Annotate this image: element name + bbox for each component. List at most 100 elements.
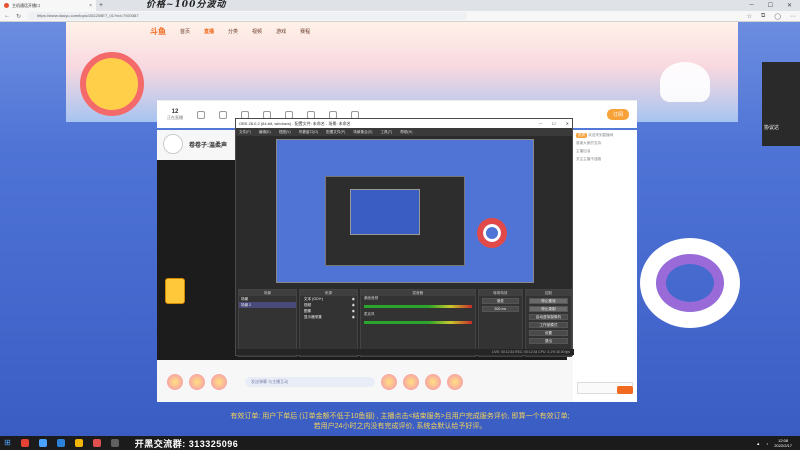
site-favicon-icon — [4, 3, 9, 8]
nav-video[interactable]: 视频 — [252, 28, 262, 35]
obs-titlebar: OBS 28.0.2 (64-bit, windows) - 配置文件: 未命名… — [236, 119, 572, 128]
live-count-label: 正在直播 — [167, 114, 183, 120]
app-icon[interactable] — [38, 439, 47, 447]
extensions-icon[interactable]: ⧉ — [761, 13, 765, 20]
notice-line: 若用户24小时之内没有完成评价, 系统会默认给予好评。 — [313, 423, 487, 430]
stop-streaming-button[interactable]: 停止推流 — [528, 298, 569, 304]
streamer-name: 卷卷子:温柔声 — [189, 142, 227, 149]
duration-input[interactable]: 300 ms — [481, 306, 519, 312]
new-tab-button[interactable]: + — [96, 2, 106, 9]
clock-date: 2022/2/17 — [774, 443, 792, 448]
menu-profile[interactable]: 配置文件(P) — [326, 130, 345, 135]
nav-live[interactable]: 直播 — [204, 28, 214, 35]
menu-tools[interactable]: 工具(T) — [380, 130, 392, 135]
tab-title: 主机通话开播口 — [12, 2, 40, 8]
chat-text: 感谢大家的支持 — [576, 141, 602, 145]
scene-item[interactable]: 场景 2 — [239, 302, 296, 308]
nav-category[interactable]: 分类 — [228, 28, 238, 35]
browser-tab[interactable]: 主机通话开播口 × — [0, 0, 96, 11]
settings-button[interactable]: 设置 — [528, 330, 569, 336]
obs-window: OBS 28.0.2 (64-bit, windows) - 配置文件: 未命名… — [235, 118, 574, 357]
volume-icon[interactable]: ♪ — [766, 441, 768, 446]
minimize-icon[interactable]: ─ — [539, 121, 542, 126]
minimize-icon[interactable]: ─ — [749, 2, 753, 9]
site-nav: 斗鱼 首页 直播 分类 视频 游戏 赛程 — [150, 26, 310, 37]
nested-preview — [325, 176, 465, 266]
app-icon[interactable] — [20, 439, 29, 447]
gift-icon[interactable] — [189, 374, 205, 390]
windows-start-icon[interactable]: ⊞ — [4, 439, 11, 447]
swim-ring-decoration — [80, 52, 144, 116]
virtual-camera-button[interactable]: 启动虚拟摄像机 — [528, 314, 569, 320]
close-icon[interactable]: ✕ — [566, 121, 569, 126]
eye-icon[interactable]: ◉ — [352, 314, 355, 320]
refresh-icon[interactable]: ↻ — [16, 13, 21, 20]
qq-group-text: 开黑交流群: 313325096 — [134, 438, 239, 449]
menu-edit[interactable]: 编辑(E) — [259, 130, 271, 135]
avatar[interactable] — [163, 134, 183, 154]
gift-icon[interactable] — [381, 374, 397, 390]
chat-line: 关注主播不迷路 — [576, 157, 634, 162]
app-icon[interactable] — [92, 439, 101, 447]
stop-recording-button[interactable]: 停止录制 — [528, 306, 569, 312]
gift-icon[interactable] — [211, 374, 227, 390]
menu-view[interactable]: 视图(V) — [279, 130, 291, 135]
network-icon[interactable]: ▲ — [756, 441, 760, 446]
controls-dock-title: 控制 — [525, 290, 572, 296]
clock[interactable]: 12:08 2022/2/17 — [774, 438, 792, 448]
gift-box-icon[interactable] — [165, 278, 185, 304]
profile-icon[interactable]: ◯ — [774, 13, 781, 20]
site-logo[interactable]: 斗鱼 — [150, 26, 166, 37]
overlay-caption: 价格~100分波动 — [146, 0, 227, 10]
address-bar-row: ← ↻ https://www.douyu.com/topic/202205ET… — [0, 11, 800, 22]
favorite-icon[interactable]: ☆ — [747, 13, 752, 20]
nav-game[interactable]: 游戏 — [276, 28, 286, 35]
nested-preview-inner — [350, 189, 420, 235]
toolbar-icon-1[interactable] — [197, 110, 205, 119]
danmu-placeholder[interactable]: 发送弹幕 与主播互动 — [245, 377, 375, 387]
right-thumbnail[interactable] — [762, 62, 800, 146]
maximize-icon[interactable]: ☐ — [552, 121, 556, 126]
source-item[interactable]: 显示器采集 ◉ — [300, 314, 357, 320]
transition-select[interactable]: 渐变 — [481, 298, 519, 304]
browser-icon[interactable] — [56, 439, 65, 447]
chat-line: 贵宾 欢迎来到直播间 — [576, 133, 634, 138]
toolbar-icon-2[interactable] — [219, 110, 227, 119]
back-icon[interactable]: ← — [4, 13, 10, 19]
chat-tag: 贵宾 — [576, 133, 588, 138]
exit-button[interactable]: 退出 — [528, 338, 569, 344]
nav-home[interactable]: 首页 — [180, 28, 190, 35]
mixer-track-label: 麦克风 — [363, 312, 375, 316]
menu-help[interactable]: 帮助(H) — [400, 130, 412, 135]
send-button[interactable] — [617, 386, 633, 394]
folder-icon[interactable] — [74, 439, 83, 447]
chat-line: 感谢大家的支持 — [576, 141, 634, 146]
volume-meter[interactable] — [363, 305, 472, 308]
gift-icon[interactable] — [425, 374, 441, 390]
more-icon[interactable]: ⋯ — [790, 13, 796, 20]
gift-icon[interactable] — [403, 374, 419, 390]
gift-icon[interactable] — [447, 374, 463, 390]
transitions-dock-title: 转场特效 — [478, 290, 522, 296]
url-input[interactable]: https://www.douyu.com/topic/202205ET_01?… — [27, 12, 468, 20]
obs-title: OBS 28.0.2 (64-bit, windows) - 配置文件: 未命名… — [239, 120, 351, 126]
obs-icon[interactable] — [110, 439, 119, 447]
scenes-dock: 场景 场景 场景 2 — [238, 289, 297, 357]
gift-icon[interactable] — [167, 374, 183, 390]
streamer-header: 卷卷子:温柔声 — [163, 134, 227, 154]
menu-file[interactable]: 文件(F) — [239, 130, 251, 135]
nav-schedule[interactable]: 赛程 — [300, 28, 310, 35]
screen: 主机通话开播口 × + ─ ☐ ✕ 价格~100分波动 ← ↻ https://… — [0, 0, 800, 450]
browser-tabbar: 主机通话开播口 × + ─ ☐ ✕ — [0, 0, 800, 11]
gift-bar: 发送弹幕 与主播互动 — [157, 362, 567, 402]
volume-meter[interactable] — [363, 321, 472, 324]
maximize-icon[interactable]: ☐ — [768, 2, 773, 9]
menu-scene-collection[interactable]: 场景集合(S) — [353, 130, 372, 135]
menu-docks[interactable]: 停靠窗口(D) — [299, 130, 318, 135]
close-window-icon[interactable]: ✕ — [787, 2, 792, 9]
studio-mode-button[interactable]: 工作室模式 — [528, 322, 569, 328]
right-thumbnail-label: 协议达 — [764, 125, 780, 131]
obs-preview[interactable] — [276, 139, 534, 283]
subscribe-button[interactable]: 订阅 — [606, 109, 629, 120]
close-tab-icon[interactable]: × — [89, 3, 92, 9]
